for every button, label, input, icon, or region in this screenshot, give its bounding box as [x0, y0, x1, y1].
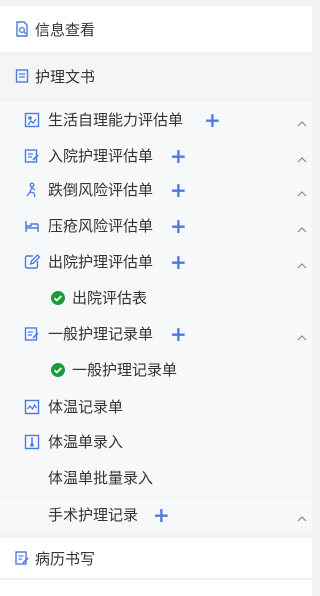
chevron-up-icon[interactable] [296, 150, 308, 163]
nav-item-label: 生活自理能力评估单 [48, 111, 184, 129]
fall-person-icon [24, 182, 40, 198]
nav-item-label: 体温单录入 [48, 433, 124, 451]
nav-item-fall-risk-assessment[interactable]: 跌倒风险评估单 + [0, 172, 312, 208]
add-fall-risk-button[interactable]: + [170, 172, 187, 208]
chart-line-icon [24, 399, 40, 415]
chevron-up-icon[interactable] [296, 184, 308, 197]
nav-item-surgery-nursing-record[interactable]: 手术护理记录 + [0, 497, 312, 533]
add-admission-button[interactable]: + [170, 138, 187, 174]
edit-form-icon [24, 148, 40, 164]
bottom-section-strip [0, 580, 312, 596]
check-circle-icon [50, 362, 66, 378]
nav-item-discharge-assessment[interactable]: 出院护理评估单 + [0, 244, 312, 280]
bed-icon [24, 218, 40, 234]
thermometer-icon [24, 434, 40, 450]
section-medical-record-writing-label: 病历书写 [35, 550, 96, 568]
document-search-icon [14, 21, 30, 37]
check-circle-icon [50, 290, 66, 306]
chevron-up-icon[interactable] [296, 256, 308, 269]
add-discharge-button[interactable]: + [170, 244, 187, 280]
nav-item-admission-assessment[interactable]: 入院护理评估单 + [0, 138, 312, 174]
edit-form-icon [24, 326, 40, 342]
add-self-care-button[interactable]: + [204, 102, 221, 138]
nav-item-label: 入院护理评估单 [48, 147, 154, 165]
nav-subitem-label: 一般护理记录单 [72, 361, 178, 379]
nav-item-temperature-batch-entry[interactable]: 体温单批量录入 [0, 460, 312, 496]
add-pressure-ulcer-button[interactable]: + [170, 208, 187, 244]
nav-item-label: 出院护理评估单 [48, 253, 154, 271]
section-medical-record-writing[interactable]: 病历书写 [0, 538, 312, 578]
nav-item-label: 一般护理记录单 [48, 325, 154, 343]
nav-subitem-label: 出院评估表 [72, 289, 148, 307]
notebook-icon [14, 68, 30, 84]
nav-item-label: 手术护理记录 [48, 506, 139, 524]
chevron-up-icon[interactable] [296, 114, 308, 127]
nav-item-self-care-assessment[interactable]: 生活自理能力评估单 + [0, 102, 312, 138]
nav-item-general-nursing-record[interactable]: 一般护理记录单 + [0, 316, 312, 352]
nav-item-label: 体温记录单 [48, 398, 124, 416]
nav-subitem-general-nursing-record[interactable]: 一般护理记录单 [0, 352, 312, 388]
section-nursing-documents[interactable]: 护理文书 [0, 54, 312, 98]
chevron-up-icon[interactable] [296, 220, 308, 233]
nav-item-label: 体温单批量录入 [48, 469, 154, 487]
nav-subitem-discharge-form[interactable]: 出院评估表 [0, 280, 312, 316]
chevron-up-icon[interactable] [296, 509, 308, 522]
add-surgery-record-button[interactable]: + [153, 497, 170, 533]
pencil-edit-icon [24, 254, 41, 270]
chevron-up-icon[interactable] [296, 328, 308, 341]
nav-item-temperature-record[interactable]: 体温记录单 [0, 389, 312, 425]
section-info-view-label: 信息查看 [35, 21, 96, 39]
nav-item-temperature-entry[interactable]: 体温单录入 [0, 424, 312, 460]
section-info-view[interactable]: 信息查看 [0, 6, 312, 52]
nav-item-pressure-ulcer-assessment[interactable]: 压疮风险评估单 + [0, 208, 312, 244]
nav-item-label: 跌倒风险评估单 [48, 181, 154, 199]
nav-item-label: 压疮风险评估单 [48, 217, 154, 235]
self-care-icon [24, 112, 40, 128]
document-edit-icon [14, 550, 30, 566]
section-nursing-documents-label: 护理文书 [35, 68, 96, 86]
add-general-record-button[interactable]: + [170, 316, 187, 352]
